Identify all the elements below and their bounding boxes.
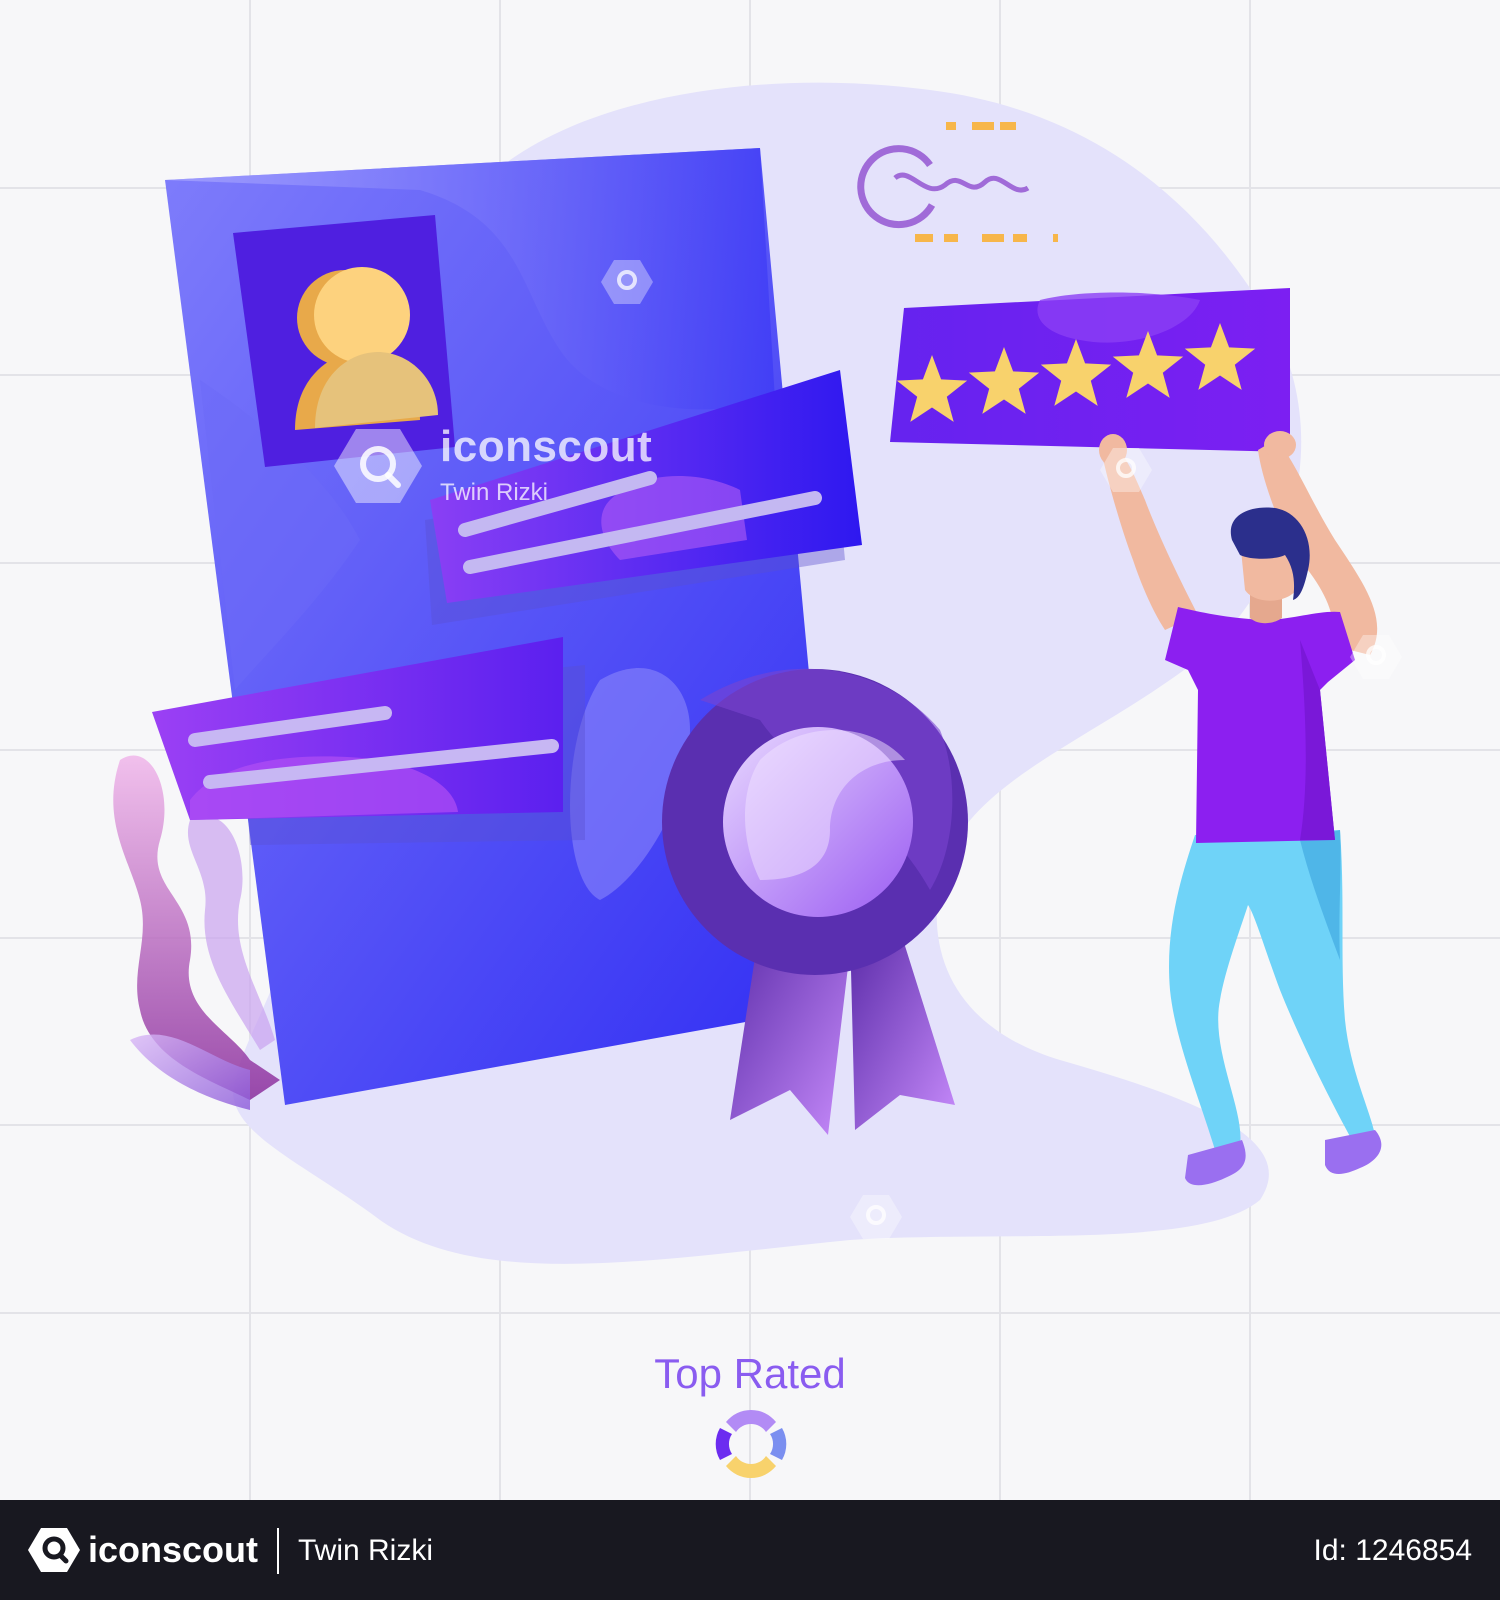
footer-brand: iconscout xyxy=(88,1529,259,1570)
person-holding-rating xyxy=(1099,431,1382,1186)
footer-author: Twin Rizki xyxy=(298,1534,434,1567)
footer-divider xyxy=(277,1528,279,1574)
caption-ring-icon xyxy=(715,1409,787,1479)
illustration-title: Top Rated xyxy=(654,1350,846,1397)
profile-document xyxy=(165,148,840,1105)
footer-bar: iconscout Twin Rizki Id: 1246854 xyxy=(0,1500,1500,1600)
asset-id: Id: 1246854 xyxy=(1313,1534,1472,1567)
iconscout-logo-icon xyxy=(28,1528,80,1572)
five-star-rating-card xyxy=(890,288,1290,452)
